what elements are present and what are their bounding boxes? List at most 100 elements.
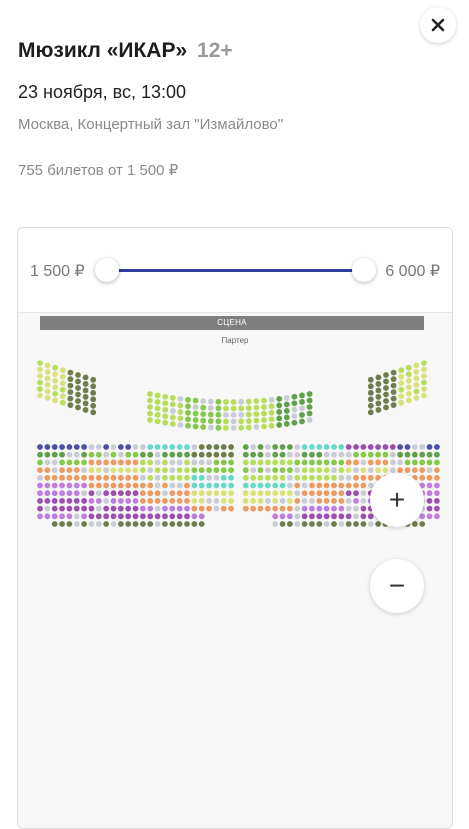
seat[interactable] [66, 513, 73, 520]
seat[interactable] [59, 399, 66, 406]
seat[interactable] [191, 498, 198, 504]
seat[interactable] [426, 467, 433, 473]
seat[interactable] [257, 459, 264, 466]
seat[interactable] [215, 411, 222, 418]
seat[interactable] [426, 490, 433, 497]
seat[interactable] [37, 386, 43, 392]
seat[interactable] [291, 400, 298, 407]
seat[interactable] [125, 482, 132, 489]
seat[interactable] [345, 474, 352, 481]
seat[interactable] [426, 444, 433, 450]
seat[interactable] [250, 451, 257, 458]
seat[interactable] [383, 398, 389, 404]
seat[interactable] [411, 459, 418, 466]
seat[interactable] [287, 451, 293, 458]
seat[interactable] [185, 422, 191, 429]
seat[interactable] [110, 444, 117, 450]
seat[interactable] [198, 498, 205, 504]
seat[interactable] [88, 490, 95, 497]
seat[interactable] [301, 521, 308, 527]
seat[interactable] [345, 482, 352, 489]
seat[interactable] [125, 467, 132, 473]
seat[interactable] [242, 459, 249, 466]
seat[interactable] [276, 415, 283, 422]
seat[interactable] [59, 467, 65, 473]
seat[interactable] [191, 513, 198, 520]
seat[interactable] [375, 451, 381, 458]
seat[interactable] [73, 505, 80, 512]
seat[interactable] [257, 444, 264, 450]
seat[interactable] [147, 404, 153, 410]
seat[interactable] [279, 482, 286, 489]
seat[interactable] [245, 424, 252, 431]
seat[interactable] [353, 444, 359, 450]
seat[interactable] [268, 422, 275, 429]
seat[interactable] [206, 498, 212, 504]
seat[interactable] [51, 444, 58, 450]
seat[interactable] [272, 490, 279, 497]
seat[interactable] [132, 474, 139, 481]
seat[interactable] [360, 451, 367, 458]
seat[interactable] [421, 366, 427, 373]
seat[interactable] [176, 490, 183, 497]
seat[interactable] [230, 412, 237, 418]
seat[interactable] [206, 482, 212, 489]
seat[interactable] [283, 401, 290, 408]
seat[interactable] [338, 459, 345, 466]
seat[interactable] [253, 398, 260, 405]
seat[interactable] [264, 444, 271, 450]
seat[interactable] [67, 382, 74, 389]
seat[interactable] [323, 505, 330, 512]
seat[interactable] [154, 459, 161, 466]
seat[interactable] [264, 482, 271, 489]
seat[interactable] [191, 451, 198, 458]
seat[interactable] [367, 402, 374, 409]
seat[interactable] [95, 513, 102, 520]
seat[interactable] [390, 395, 397, 402]
seat[interactable] [331, 451, 337, 458]
seat[interactable] [154, 467, 161, 473]
seat[interactable] [184, 444, 190, 450]
seat[interactable] [176, 444, 183, 450]
seat[interactable] [434, 459, 440, 466]
seat[interactable] [147, 391, 153, 397]
seat[interactable] [309, 467, 315, 473]
seat[interactable] [316, 451, 323, 458]
seat[interactable] [169, 414, 176, 421]
seat[interactable] [268, 416, 275, 423]
seat[interactable] [162, 474, 168, 481]
seat[interactable] [316, 490, 323, 497]
seat[interactable] [207, 411, 214, 418]
seat[interactable] [110, 451, 117, 458]
seat[interactable] [294, 459, 301, 466]
seat[interactable] [154, 474, 161, 481]
seat[interactable] [375, 407, 382, 413]
seat[interactable] [103, 505, 110, 512]
seat[interactable] [279, 498, 286, 504]
seat[interactable] [177, 402, 184, 409]
seat[interactable] [279, 505, 286, 512]
seat[interactable] [264, 459, 271, 466]
seat[interactable] [44, 474, 51, 481]
seat[interactable] [426, 459, 433, 466]
seat-map[interactable]: СЦЕНА Партер + − [18, 313, 452, 828]
seat[interactable] [264, 451, 271, 458]
seat[interactable] [276, 402, 283, 409]
seat[interactable] [37, 467, 43, 473]
seat[interactable] [434, 474, 440, 481]
seat[interactable] [301, 451, 308, 458]
seat[interactable] [81, 474, 87, 481]
seat[interactable] [261, 423, 267, 430]
seat[interactable] [294, 498, 301, 504]
seat[interactable] [37, 451, 43, 458]
seat[interactable] [66, 498, 73, 504]
price-min-handle[interactable] [95, 258, 119, 282]
seat[interactable] [413, 395, 420, 401]
seat[interactable] [184, 459, 190, 466]
seat[interactable] [419, 467, 426, 473]
seat[interactable] [191, 459, 198, 466]
seat[interactable] [367, 451, 374, 458]
seat[interactable] [389, 459, 396, 466]
seat[interactable] [426, 474, 433, 481]
seat[interactable] [261, 417, 267, 423]
